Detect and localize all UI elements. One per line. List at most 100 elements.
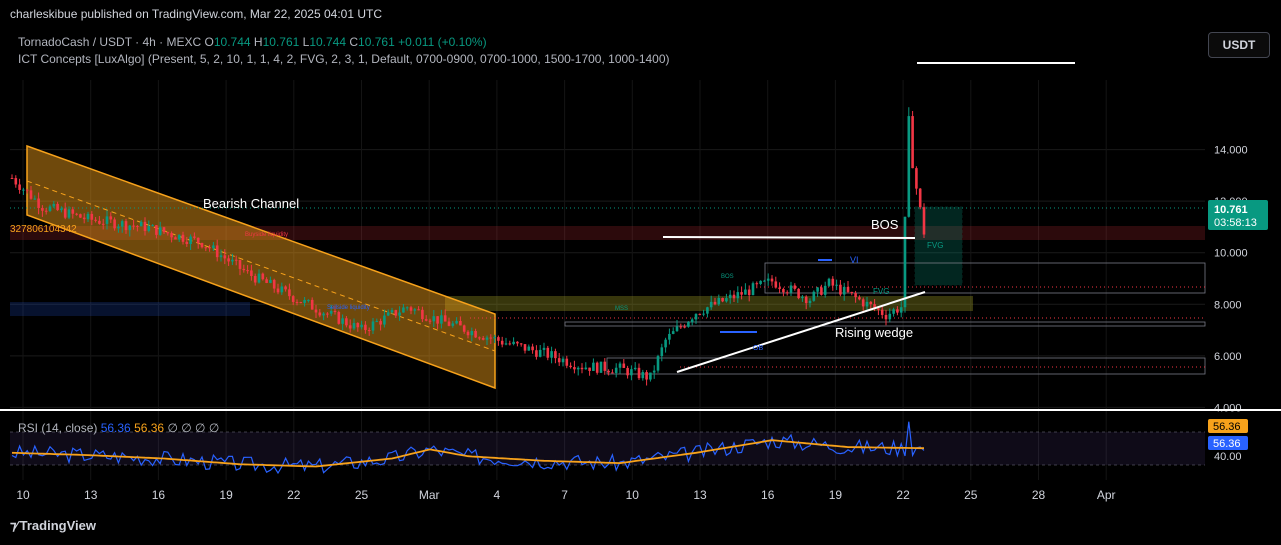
candle-body [231,259,234,262]
candle-body [702,313,705,315]
candle-body [481,338,485,340]
tradingview-footer[interactable]: ⁊⁄ TradingView [10,518,96,534]
candle-body [854,293,857,298]
candle-body [303,299,306,303]
bos-box [764,262,1206,294]
candle-body [185,241,189,244]
candle-body [683,326,686,328]
rsi-legend[interactable]: RSI (14, close) 56.36 56.36 ∅ ∅ ∅ ∅ [18,421,219,435]
candle-body [751,283,755,296]
candle-body [812,291,816,301]
candle-body [238,259,242,269]
candle-body [831,278,835,286]
candle-body [280,286,284,293]
candle-body [839,284,842,295]
bos-label: BOS [871,217,899,232]
candle-body [671,331,675,334]
vi-label: VI [850,255,859,265]
open-value: 10.744 [213,35,251,49]
candle-body [778,287,781,289]
close-value: 10.761 [358,35,395,49]
bos-line [662,236,916,239]
date-tick-label: 25 [964,488,978,502]
candle-body [907,116,911,217]
rsi-legend-label: RSI (14, close) [18,421,98,435]
candle-body [637,367,641,379]
candle-body [98,220,101,224]
chart-canvas[interactable]: Bearish Channel BOS Rising wedge FVG FVG… [0,0,1281,545]
candle-body [371,321,375,331]
price-axis[interactable]: 14.00012.00010.0008.0006.0004.000 [1214,145,1248,415]
candle-body [193,236,196,238]
date-tick-label: 19 [219,488,233,502]
price-tick-label: 6.000 [1214,351,1242,363]
rsi-legend-empty: ∅ ∅ ∅ ∅ [167,421,220,435]
candle-body [584,367,588,370]
candle-body [823,285,827,295]
candle-body [698,313,702,315]
candle-body [652,370,656,373]
bearish-channel [26,144,496,390]
candle-body [538,349,542,357]
indicator-legend[interactable]: ICT Concepts [LuxAlgo] (Present, 5, 2, 1… [18,52,670,66]
candle-body [565,358,569,366]
candle-body [394,310,398,316]
candle-body [295,301,299,303]
candle-body [660,347,664,357]
candle-body [694,313,698,320]
candle-body [424,319,428,321]
candle-body [109,216,113,220]
candle-body [915,168,918,189]
candle-body [918,188,922,208]
candle-body [618,363,622,368]
candle-body [215,245,219,258]
candle-body [360,324,363,328]
candle-body [364,324,367,331]
currency-button[interactable]: USDT [1208,32,1270,58]
date-tick-label: 16 [761,488,775,502]
candle-body [546,347,550,358]
candle-body [922,207,926,235]
candle-body [820,287,823,295]
candle-body [158,227,162,235]
candle-body [485,337,489,340]
candle-body [774,281,778,288]
date-tick-label: 10 [626,488,640,502]
last-price-value: 10.761 [1214,204,1248,216]
candle-body [614,367,618,373]
candle-body [71,209,75,214]
candle-body [139,221,143,227]
candle-body [519,343,523,345]
candle-body [580,367,584,370]
candle-body [557,358,561,363]
candle-body [409,307,413,311]
candle-body [151,225,154,227]
candle-body [789,285,793,293]
candle-body [136,225,139,227]
candle-body [174,237,177,240]
fvg-label: FVG [927,241,943,250]
candle-body [356,323,360,328]
ob-label: OB [753,345,763,352]
symbol-legend[interactable]: TornadoCash / USDT · 4h · MEXC O10.744 H… [18,35,487,49]
candle-body [436,316,439,324]
candle-body [253,275,257,283]
candle-body [124,221,128,231]
candle-body [345,318,348,326]
candle-body [626,367,629,376]
candle-body [573,367,576,370]
candle-body [413,309,417,311]
candle-body [443,315,447,322]
candle-body [261,273,265,280]
candle-body [310,299,314,310]
candle-body [899,307,903,313]
candle-body [223,255,227,259]
candle-body [489,337,493,339]
candle-body [196,237,200,244]
candle-body [706,307,709,314]
candle-body [865,301,869,307]
candle-body [337,312,341,324]
time-axis[interactable]: 10 13 16 19 22 25 Mar 4 7 10 13 16 19 22 25 28 Apr [16,488,1115,502]
candle-body [877,308,880,310]
candle-body [668,333,671,340]
